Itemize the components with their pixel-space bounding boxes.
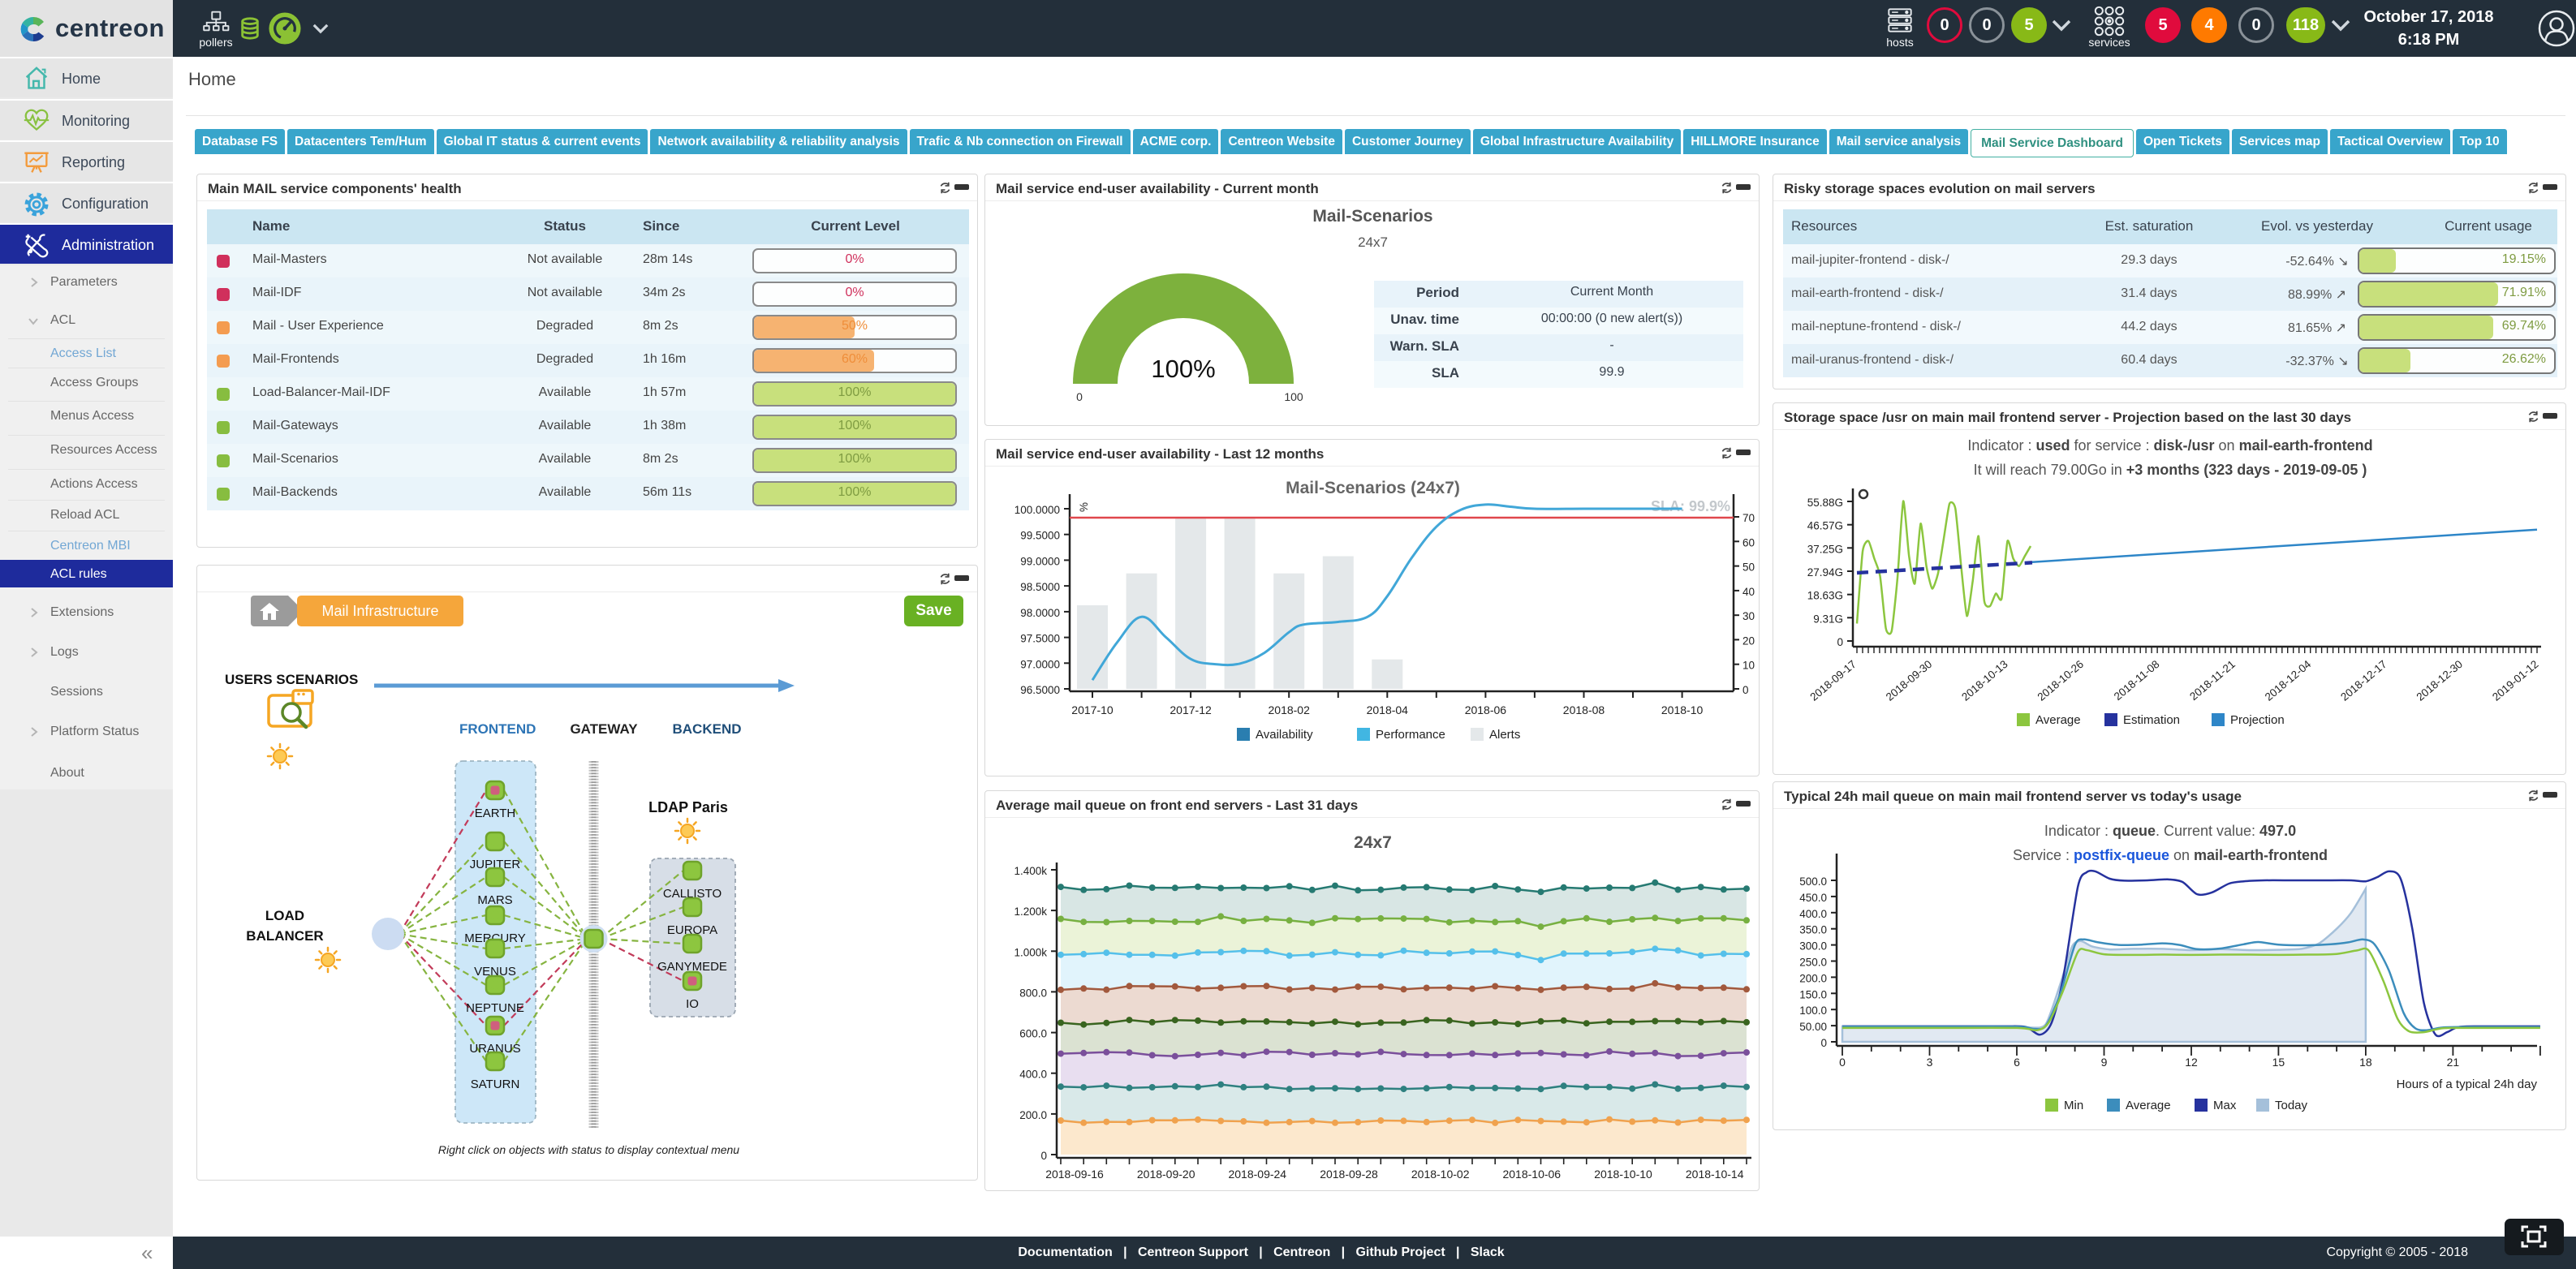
- svg-text:2018-10-10: 2018-10-10: [1594, 1168, 1652, 1181]
- svg-text:MARS: MARS: [477, 893, 512, 907]
- svg-text:27.94G: 27.94G: [1807, 566, 1843, 579]
- svg-text:Hours of a typical 24h day: Hours of a typical 24h day: [2397, 1078, 2538, 1091]
- svg-text:15: 15: [2272, 1056, 2285, 1069]
- svg-text:21: 21: [2447, 1056, 2460, 1069]
- svg-text:Max: Max: [2213, 1099, 2237, 1112]
- svg-text:97.5000: 97.5000: [1020, 633, 1060, 645]
- svg-text:2018-09-20: 2018-09-20: [1137, 1168, 1195, 1181]
- svg-text:100.0: 100.0: [1799, 1004, 1827, 1017]
- svg-text:SLA: 99.9%: SLA: 99.9%: [1651, 498, 1730, 514]
- svg-text:2018-06: 2018-06: [1465, 703, 1507, 716]
- svg-text:98.5000: 98.5000: [1020, 581, 1060, 593]
- svg-text:2018-04: 2018-04: [1367, 703, 1409, 716]
- svg-text:46.57G: 46.57G: [1807, 520, 1843, 532]
- svg-text:2017-12: 2017-12: [1170, 703, 1212, 716]
- svg-text:Average: Average: [2126, 1099, 2171, 1112]
- svg-text:0: 0: [1742, 684, 1749, 696]
- svg-text:Projection: Projection: [2230, 713, 2285, 727]
- svg-text:2018-10-02: 2018-10-02: [1411, 1168, 1470, 1181]
- svg-text:18: 18: [2359, 1056, 2372, 1069]
- svg-text:400.0: 400.0: [1019, 1069, 1047, 1081]
- svg-text:2018-10-13: 2018-10-13: [1959, 658, 2010, 703]
- svg-text:2018-09-16: 2018-09-16: [1045, 1168, 1104, 1181]
- svg-text:30: 30: [1742, 610, 1755, 622]
- svg-text:0: 0: [1837, 636, 1843, 648]
- svg-text:2018-09-28: 2018-09-28: [1320, 1168, 1378, 1181]
- svg-text:1.400k: 1.400k: [1014, 865, 1047, 877]
- svg-text:2018-10-06: 2018-10-06: [1502, 1168, 1561, 1181]
- svg-text:3: 3: [1927, 1056, 1933, 1069]
- svg-text:98.0000: 98.0000: [1020, 607, 1060, 619]
- svg-text:50.00: 50.00: [1799, 1021, 1827, 1033]
- svg-text:%: %: [1078, 502, 1090, 512]
- svg-text:450.0: 450.0: [1799, 892, 1827, 904]
- svg-text:2018-12-04: 2018-12-04: [2263, 657, 2314, 703]
- svg-text:18.63G: 18.63G: [1807, 590, 1843, 602]
- svg-text:SATURN: SATURN: [471, 1078, 520, 1091]
- svg-text:37.25G: 37.25G: [1807, 543, 1843, 555]
- svg-text:9: 9: [2101, 1056, 2108, 1069]
- svg-text:2019-01-12: 2019-01-12: [2490, 658, 2541, 703]
- svg-text:EARTH: EARTH: [475, 807, 516, 820]
- svg-text:Average: Average: [2035, 713, 2081, 727]
- svg-text:2018-09-17: 2018-09-17: [1807, 658, 1859, 703]
- svg-text:Performance: Performance: [1376, 728, 1445, 742]
- svg-text:12: 12: [2185, 1056, 2198, 1069]
- svg-text:Min: Min: [2064, 1099, 2083, 1112]
- svg-text:1.000k: 1.000k: [1014, 946, 1047, 958]
- svg-text:9.31G: 9.31G: [1813, 613, 1843, 625]
- svg-text:Estimation: Estimation: [2123, 713, 2180, 727]
- svg-text:800.0: 800.0: [1019, 987, 1047, 999]
- svg-text:2018-10-14: 2018-10-14: [1686, 1168, 1744, 1181]
- svg-text:50: 50: [1742, 561, 1755, 574]
- svg-text:20: 20: [1742, 634, 1755, 647]
- svg-text:0: 0: [1040, 1150, 1047, 1162]
- svg-text:70: 70: [1742, 512, 1755, 524]
- svg-text:200.0: 200.0: [1019, 1109, 1047, 1121]
- svg-text:300.0: 300.0: [1799, 940, 1827, 953]
- svg-text:99.5000: 99.5000: [1020, 530, 1060, 542]
- svg-text:100.0000: 100.0000: [1014, 504, 1060, 516]
- svg-text:10: 10: [1742, 660, 1755, 672]
- svg-text:2018-12-30: 2018-12-30: [2414, 658, 2466, 703]
- svg-text:500.0: 500.0: [1799, 875, 1827, 888]
- svg-text:Availability: Availability: [1256, 728, 1313, 742]
- svg-text:96.5000: 96.5000: [1020, 684, 1060, 696]
- svg-text:600.0: 600.0: [1019, 1028, 1047, 1040]
- svg-text:2018-08: 2018-08: [1563, 703, 1605, 716]
- svg-text:Alerts: Alerts: [1489, 728, 1520, 742]
- svg-text:1.200k: 1.200k: [1014, 906, 1047, 918]
- svg-text:2018-10: 2018-10: [1661, 703, 1704, 716]
- svg-text:0: 0: [1820, 1037, 1827, 1049]
- svg-text:400.0: 400.0: [1799, 908, 1827, 920]
- svg-text:250.0: 250.0: [1799, 957, 1827, 969]
- svg-text:40: 40: [1742, 586, 1755, 598]
- svg-text:IO: IO: [686, 997, 699, 1011]
- svg-text:150.0: 150.0: [1799, 988, 1827, 1000]
- svg-text:60: 60: [1742, 536, 1755, 548]
- svg-text:55.88G: 55.88G: [1807, 497, 1843, 509]
- svg-text:0: 0: [1839, 1056, 1846, 1069]
- svg-text:350.0: 350.0: [1799, 924, 1827, 936]
- svg-text:NEPTUNE: NEPTUNE: [466, 1001, 524, 1015]
- svg-text:2017-10: 2017-10: [1071, 703, 1114, 716]
- svg-text:2018-12-17: 2018-12-17: [2338, 658, 2389, 703]
- svg-text:2018-09-24: 2018-09-24: [1228, 1168, 1286, 1181]
- svg-text:2018-11-21: 2018-11-21: [2187, 658, 2238, 703]
- svg-text:2018-02: 2018-02: [1269, 703, 1311, 716]
- svg-text:97.0000: 97.0000: [1020, 658, 1060, 670]
- svg-text:2018-10-26: 2018-10-26: [2035, 658, 2087, 703]
- svg-text:2018-11-08: 2018-11-08: [2112, 658, 2162, 703]
- svg-text:Today: Today: [2275, 1099, 2308, 1112]
- svg-text:6: 6: [2014, 1056, 2020, 1069]
- svg-text:200.0: 200.0: [1799, 972, 1827, 984]
- svg-text:99.0000: 99.0000: [1020, 555, 1060, 567]
- svg-text:2018-09-30: 2018-09-30: [1884, 658, 1935, 703]
